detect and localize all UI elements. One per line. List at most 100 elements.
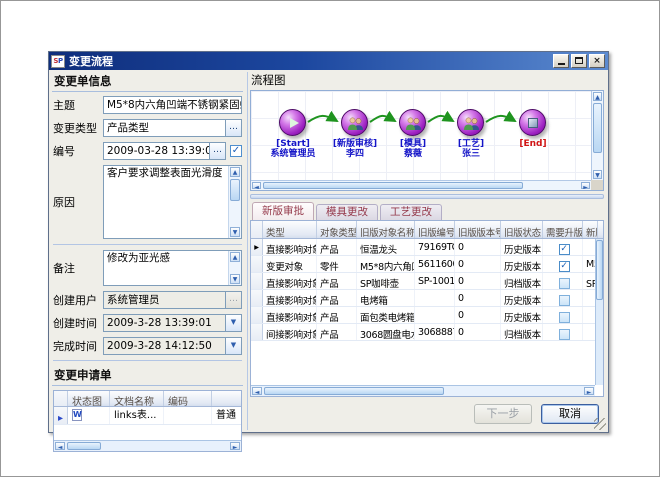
- scroll-left-icon[interactable]: ◄: [252, 182, 261, 189]
- upgrade-checkbox[interactable]: [559, 295, 570, 306]
- change-process-dialog: SP 变更流程 × 变更单信息 主题 M5*8内六角凹端不锈钢紧固螺钉 变更类型…: [48, 51, 609, 433]
- remark-row: 备注 修改为亚光感 ▲ ▼: [53, 250, 242, 286]
- spin-down-icon[interactable]: ▼: [230, 274, 240, 284]
- tab-new-version-approval[interactable]: 新版审批: [252, 202, 314, 220]
- upgrade-checkbox[interactable]: [559, 329, 570, 340]
- scroll-thumb[interactable]: [67, 442, 101, 450]
- subject-row: 主题 M5*8内六角凹端不锈钢紧固螺钉: [53, 96, 242, 114]
- flow-vscrollbar[interactable]: ▲ ▼: [591, 91, 603, 180]
- create-time-input[interactable]: 2009-3-28 13:39:01: [103, 314, 226, 332]
- creator-ellipsis-button[interactable]: …: [226, 291, 242, 309]
- titlebar[interactable]: SP 变更流程 ×: [49, 52, 608, 70]
- upgrade-checkbox[interactable]: ✓: [559, 261, 570, 272]
- table-row[interactable]: 直接影响对象产品电烤箱0历史版本: [251, 290, 603, 307]
- grid-header-5[interactable]: 旧版版本号: [455, 221, 501, 238]
- cell-upgrade: [543, 290, 583, 306]
- upgrade-checkbox[interactable]: [559, 278, 570, 289]
- scroll-thumb[interactable]: [593, 103, 602, 153]
- finish-time-dropdown-button[interactable]: ▼: [226, 337, 242, 355]
- reason-scrollbar[interactable]: ▲ ▼: [228, 166, 241, 238]
- request-table-rows: ▸Wlinks表...普通: [54, 407, 241, 425]
- remark-spinner[interactable]: ▲ ▼: [228, 251, 241, 285]
- screenshot-canvas: SP 变更流程 × 变更单信息 主题 M5*8内六角凹端不锈钢紧固螺钉 变更类型…: [0, 0, 660, 477]
- resize-grip-icon[interactable]: [594, 418, 606, 430]
- reason-text: 客户要求调整表面光滑度: [107, 167, 223, 179]
- scroll-thumb[interactable]: [263, 182, 523, 189]
- flow-node-5[interactable]: [519, 109, 546, 136]
- number-row: 编号 2009-03-28 13:39:01 … ✓: [53, 142, 242, 160]
- table-row[interactable]: 变更对象零件M5*8内六角凹...56116000历史版本✓M5*8: [251, 256, 603, 273]
- scroll-right-icon[interactable]: ►: [581, 182, 590, 189]
- grid-hscrollbar[interactable]: ◄ ►: [251, 385, 595, 396]
- grid-vscrollbar[interactable]: [595, 239, 603, 385]
- number-ellipsis-button[interactable]: …: [210, 142, 226, 160]
- scroll-thumb[interactable]: [264, 387, 444, 395]
- request-header-1[interactable]: 状态图: [68, 391, 110, 406]
- finish-time-input[interactable]: 2009-3-28 14:12:50: [103, 337, 226, 355]
- close-icon: ×: [593, 56, 601, 66]
- list-item[interactable]: ▸Wlinks表...普通: [54, 407, 241, 425]
- table-row[interactable]: 直接影响对象产品SP咖啡壶SP-10010归档版本SP咖: [251, 273, 603, 290]
- reason-textarea[interactable]: 客户要求调整表面光滑度 ▲ ▼: [103, 165, 242, 239]
- table-row[interactable]: ▸直接影响对象产品恒温龙头79169TC0历史版本✓: [251, 239, 603, 256]
- scroll-down-icon[interactable]: ▼: [230, 227, 240, 237]
- grid-rows: ▸直接影响对象产品恒温龙头79169TC0历史版本✓变更对象零件M5*8内六角凹…: [251, 239, 603, 341]
- scroll-up-icon[interactable]: ▲: [593, 92, 602, 101]
- scroll-thumb[interactable]: [596, 240, 603, 300]
- minimize-button[interactable]: [553, 54, 569, 68]
- grid-header-2[interactable]: 对象类型: [317, 221, 357, 238]
- change-type-ellipsis-button[interactable]: …: [226, 119, 242, 137]
- upgrade-checkbox[interactable]: [559, 312, 570, 323]
- cell-old_name: 3068圆盘电水壶: [357, 324, 415, 340]
- grid-header-6[interactable]: 旧版状态: [501, 221, 543, 238]
- request-header-4[interactable]: [212, 391, 242, 406]
- row-indicator: [251, 273, 263, 289]
- request-header-2[interactable]: 文档名称: [110, 391, 164, 406]
- flow-node-label: [End]: [495, 139, 571, 149]
- scroll-down-icon[interactable]: ▼: [593, 170, 602, 179]
- tab-process-change[interactable]: 工艺更改: [380, 204, 442, 220]
- grid-header-3[interactable]: 旧版对象名称: [357, 221, 415, 238]
- flow-node-3[interactable]: [399, 109, 426, 136]
- flow-node-name: 张三: [433, 149, 509, 159]
- request-header-3[interactable]: 编码: [164, 391, 212, 406]
- scroll-right-icon[interactable]: ►: [230, 442, 240, 450]
- close-button[interactable]: ×: [589, 54, 605, 68]
- maximize-button[interactable]: [571, 54, 587, 68]
- table-row[interactable]: 直接影响对象产品面包类电烤箱0历史版本: [251, 307, 603, 324]
- grid-header: 类型对象类型旧版对象名称旧版编号旧版版本号旧版状态需要升版新版: [251, 221, 603, 239]
- request-table-hscrollbar[interactable]: ◄ ►: [54, 440, 241, 451]
- cell-status-icon: W: [68, 407, 110, 424]
- change-type-input[interactable]: 产品类型: [103, 119, 226, 137]
- grid-header-1[interactable]: 类型: [263, 221, 317, 238]
- upgrade-checkbox[interactable]: ✓: [559, 244, 570, 255]
- splitter-handle[interactable]: [250, 194, 604, 199]
- tab-mold-change[interactable]: 模具更改: [316, 204, 378, 220]
- spin-up-icon[interactable]: ▲: [230, 252, 240, 262]
- scroll-left-icon[interactable]: ◄: [252, 387, 262, 395]
- next-button[interactable]: 下一步: [474, 404, 532, 424]
- cancel-button[interactable]: 取消: [541, 404, 599, 424]
- creator-input[interactable]: 系统管理员: [103, 291, 226, 309]
- request-table-header: 状态图文档名称编码: [54, 391, 241, 407]
- table-row[interactable]: 间接影响对象产品3068圆盘电水壶30688870归档版本: [251, 324, 603, 341]
- number-checkbox[interactable]: ✓: [230, 145, 242, 157]
- flow-node-1[interactable]: [279, 109, 306, 136]
- scroll-right-icon[interactable]: ►: [584, 387, 594, 395]
- flow-node-2[interactable]: [341, 109, 368, 136]
- grid-header-7[interactable]: 需要升版: [543, 221, 583, 238]
- grid-header-8[interactable]: 新版: [583, 221, 598, 238]
- flow-canvas[interactable]: ▲ ▼ ◄ ► [Start]系统管理员[新版审核]李四[模具]蔡薇[工艺]张三…: [250, 90, 604, 191]
- scroll-up-icon[interactable]: ▲: [230, 167, 240, 177]
- remark-textarea[interactable]: 修改为亚光感 ▲ ▼: [103, 250, 242, 286]
- flow-hscrollbar[interactable]: ◄ ►: [251, 180, 591, 190]
- subject-input[interactable]: M5*8内六角凹端不锈钢紧固螺钉: [103, 96, 242, 114]
- flow-node-4[interactable]: [457, 109, 484, 136]
- grid-header-4[interactable]: 旧版编号: [415, 221, 455, 238]
- create-time-dropdown-button[interactable]: ▼: [226, 314, 242, 332]
- number-input[interactable]: 2009-03-28 13:39:01: [103, 142, 210, 160]
- cell-old_name: M5*8内六角凹...: [357, 256, 415, 272]
- scroll-thumb[interactable]: [230, 179, 240, 201]
- objects-grid: 类型对象类型旧版对象名称旧版编号旧版版本号旧版状态需要升版新版 ▸直接影响对象产…: [250, 220, 604, 397]
- scroll-left-icon[interactable]: ◄: [55, 442, 65, 450]
